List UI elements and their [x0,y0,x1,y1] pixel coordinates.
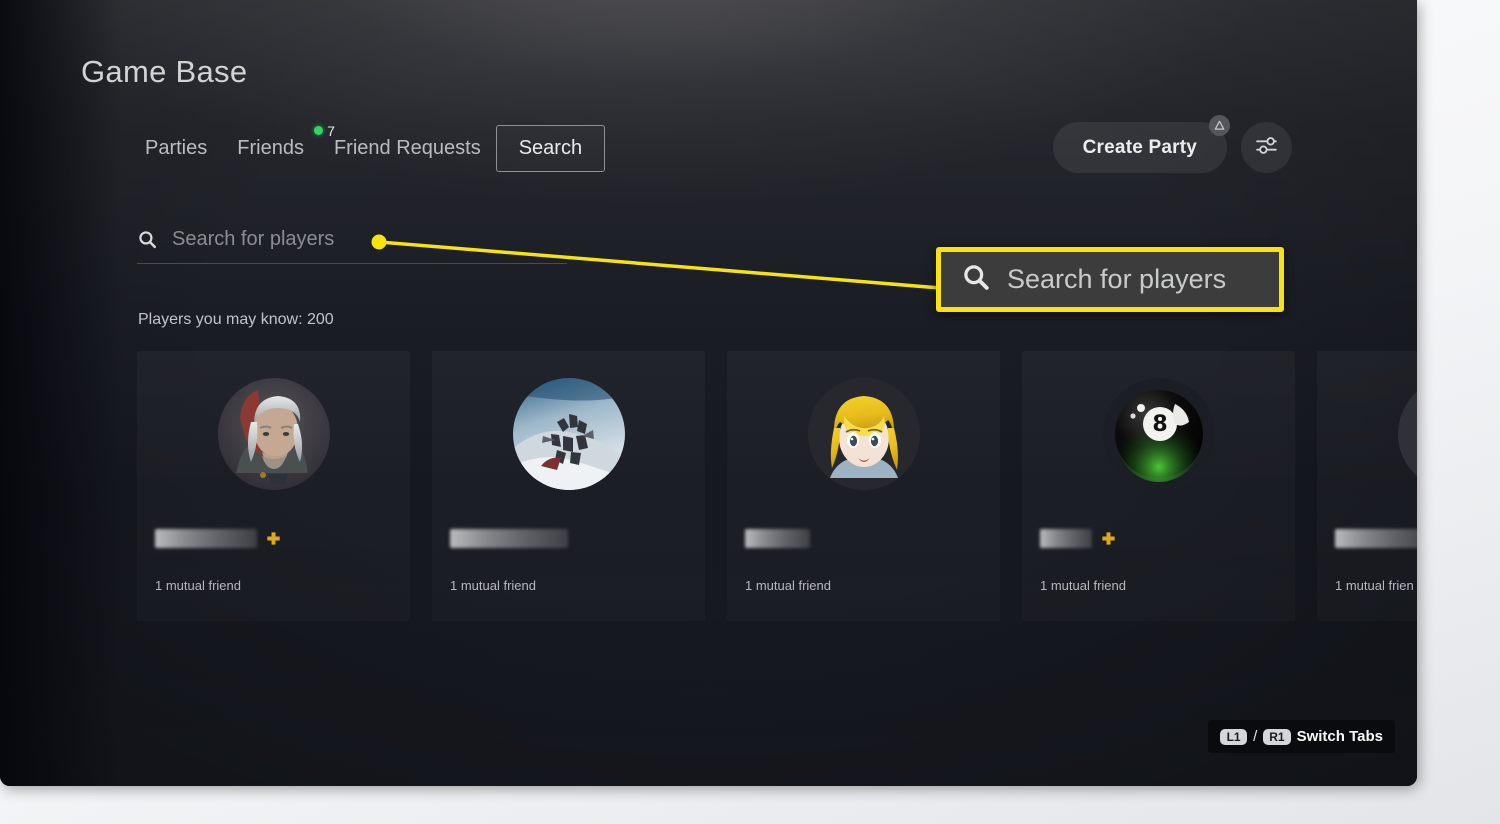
console-screenshot-panel: Game Base Parties Friends 7 Friend Reque… [0,0,1417,786]
anime-blonde-avatar [807,378,920,490]
player-name-row [745,529,810,548]
player-name-masked [745,529,810,548]
eight-ball-avatar: 8 [1102,378,1215,490]
create-party-button[interactable]: Create Party [1052,115,1230,173]
search-input[interactable]: Search for players [137,215,567,264]
ps-plus-badge-icon [266,531,281,546]
filter-settings-button[interactable] [1241,122,1292,173]
player-name-row [155,529,281,548]
playstation-triangle-icon [1209,115,1230,136]
create-party-label: Create Party [1082,136,1197,158]
tab-friend-requests-label: Friend Requests [333,136,481,159]
l1-key-badge: L1 [1220,728,1248,745]
tab-parties[interactable]: Parties [130,125,222,172]
tab-parties-label: Parties [145,136,208,159]
page-title: Game Base [81,54,248,89]
tab-search-label: Search [518,136,583,159]
witcher-geralt-avatar [217,378,330,490]
player-name-row [1335,529,1417,548]
player-card[interactable]: 1 mutual frien [1317,351,1417,621]
svg-text:8: 8 [1152,412,1167,437]
tab-friends-label: Friends [237,136,304,159]
player-name-masked [155,529,257,548]
search-icon [961,262,991,297]
player-name-masked [450,529,568,548]
button-hint: L1 / R1 Switch Tabs [1208,720,1395,753]
tab-friend-requests[interactable]: Friend Requests [319,125,496,172]
player-card[interactable]: 1 mutual friend [727,351,1000,621]
mutual-friends-label: 1 mutual frien [1335,578,1414,593]
player-card[interactable]: 8 1 mutual friend [1022,351,1295,621]
mutual-friends-label: 1 mutual friend [1040,578,1126,593]
player-name-row [450,529,568,548]
page-background: Game Base Parties Friends 7 Friend Reque… [0,0,1500,824]
player-name-masked [1335,529,1417,548]
callout-placeholder-text: Search for players [1007,264,1227,294]
hint-label: Switch Tabs [1296,728,1383,745]
mutual-friends-label: 1 mutual friend [745,578,831,593]
player-name-row [1040,529,1116,548]
player-card[interactable]: 1 mutual friend [432,351,705,621]
search-icon [137,229,158,250]
generic-avatar [1397,378,1417,490]
tab-bar: Parties Friends 7 Friend Requests Search [130,122,606,174]
magnified-search-callout: Search for players [936,247,1284,312]
mutual-friends-label: 1 mutual friend [155,578,241,593]
header-actions: Create Party [1052,115,1292,173]
sliders-icon [1254,133,1279,163]
players-you-may-know-label: Players you may know: 200 [138,311,334,328]
ps-plus-badge-icon [1101,531,1116,546]
tab-search[interactable]: Search [495,124,606,172]
player-card[interactable]: 1 mutual friend [137,351,410,621]
player-name-masked [1040,529,1092,548]
hint-separator: / [1253,728,1258,745]
r1-key-badge: R1 [1263,728,1291,745]
mutual-friends-label: 1 mutual friend [450,578,536,593]
destiny-squad-avatar [512,378,625,490]
player-card-list: 1 mutual friend 1 mutual friend 1 mutual… [137,351,1417,621]
search-input-placeholder: Search for players [172,227,335,250]
tab-friends[interactable]: Friends 7 [222,123,335,172]
